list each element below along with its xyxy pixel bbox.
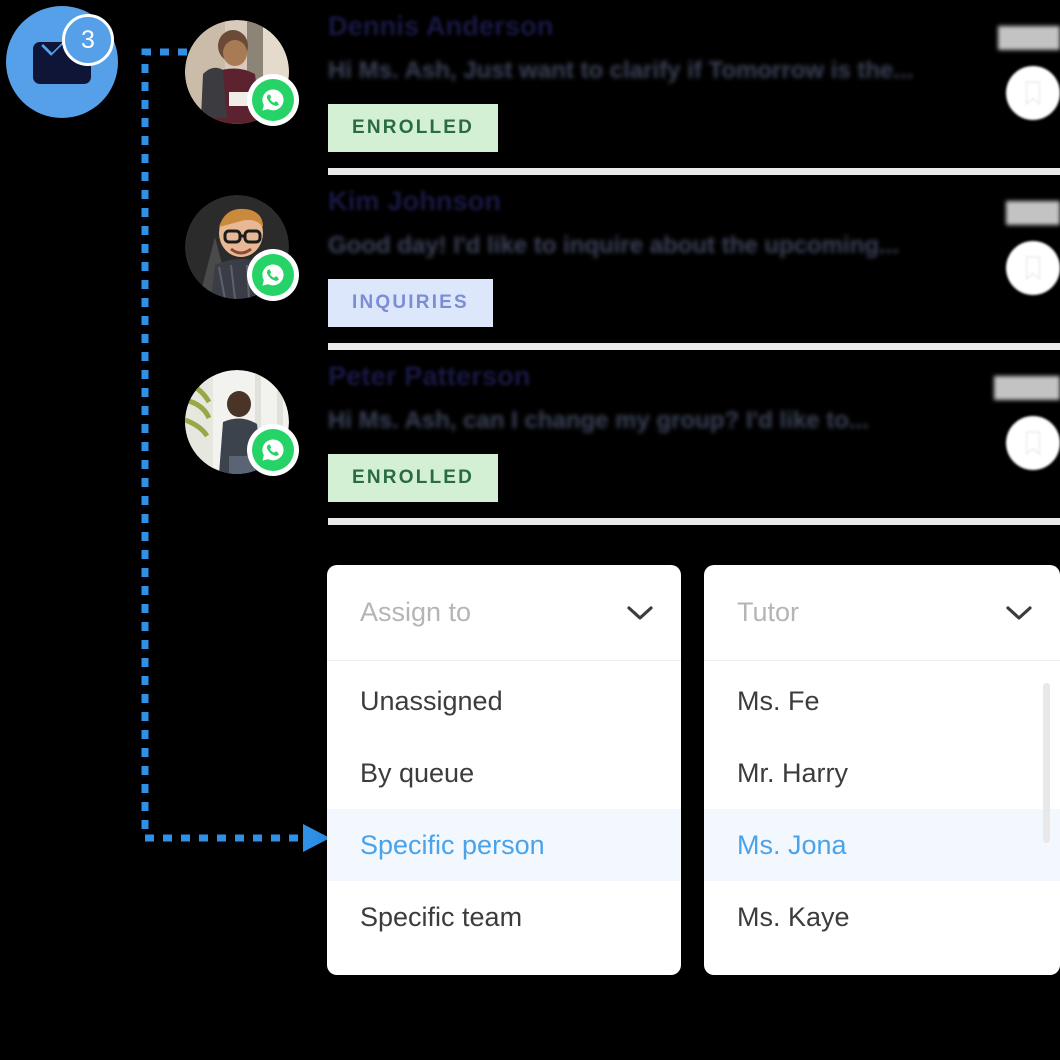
avatar (185, 20, 299, 126)
tutor-list-scrollbar[interactable] (1043, 683, 1050, 843)
message-preview: Good day! I'd like to inquire about the … (328, 232, 900, 259)
assign-option-by-queue[interactable]: By queue (327, 737, 681, 809)
timestamp (998, 26, 1060, 50)
bookmark-icon[interactable] (1006, 416, 1060, 470)
chevron-down-icon (1006, 605, 1032, 620)
tutor-placeholder: Tutor (737, 597, 800, 627)
assign-to-placeholder: Assign to (360, 597, 472, 627)
assign-option-specific-person[interactable]: Specific person (327, 809, 681, 881)
avatar (185, 370, 299, 476)
unread-count-badge: 3 (62, 14, 114, 66)
bookmark-icon[interactable] (1006, 241, 1060, 295)
assign-option-unassigned[interactable]: Unassigned (327, 665, 681, 737)
screenshot-canvas: 3 Dennis Anderson Hi Ms. Ash, Just want … (0, 0, 1060, 1060)
message-row[interactable]: Peter Patterson Hi Ms. Ash, can I change… (185, 358, 1060, 533)
tutor-dropdown[interactable]: Tutor Ms. Fe Mr. Harry Ms. Jona Ms. Kaye (704, 565, 1060, 975)
timestamp (1006, 201, 1060, 225)
assign-option-specific-team[interactable]: Specific team (327, 881, 681, 953)
timestamp (994, 376, 1060, 400)
assign-to-dropdown[interactable]: Assign to Unassigned By queue Specific p… (327, 565, 681, 975)
message-preview: Hi Ms. Ash, Just want to clarify if Tomo… (328, 57, 914, 84)
assign-to-trigger[interactable]: Assign to (327, 565, 681, 661)
contact-name: Dennis Anderson (328, 11, 554, 41)
status-badge: ENROLLED (328, 104, 499, 152)
tutor-option-ms-fe[interactable]: Ms. Fe (704, 665, 1060, 737)
row-divider (328, 343, 1060, 350)
message-row[interactable]: Dennis Anderson Hi Ms. Ash, Just want to… (185, 8, 1060, 183)
message-body: Kim Johnson Good day! I'd like to inquir… (328, 183, 1060, 327)
tutor-option-ms-jona[interactable]: Ms. Jona (704, 809, 1060, 881)
message-body: Peter Patterson Hi Ms. Ash, can I change… (328, 358, 1060, 502)
row-divider (328, 518, 1060, 525)
tutor-options: Ms. Fe Mr. Harry Ms. Jona Ms. Kaye (704, 661, 1060, 953)
chevron-down-icon (627, 605, 653, 620)
whatsapp-icon (247, 74, 299, 126)
row-divider (328, 168, 1060, 175)
message-body: Dennis Anderson Hi Ms. Ash, Just want to… (328, 8, 1060, 152)
tutor-option-ms-kaye[interactable]: Ms. Kaye (704, 881, 1060, 953)
contact-name: Peter Patterson (328, 361, 531, 391)
status-badge: INQUIRIES (328, 279, 493, 327)
message-preview: Hi Ms. Ash, can I change my group? I'd l… (328, 407, 869, 434)
tutor-trigger[interactable]: Tutor (704, 565, 1060, 661)
avatar (185, 195, 299, 301)
whatsapp-icon (247, 249, 299, 301)
tutor-option-mr-harry[interactable]: Mr. Harry (704, 737, 1060, 809)
contact-name: Kim Johnson (328, 186, 502, 216)
assign-to-options: Unassigned By queue Specific person Spec… (327, 661, 681, 953)
message-row[interactable]: Kim Johnson Good day! I'd like to inquir… (185, 183, 1060, 358)
whatsapp-icon (247, 424, 299, 476)
bookmark-icon[interactable] (1006, 66, 1060, 120)
status-badge: ENROLLED (328, 454, 499, 502)
mail-notification-badge[interactable]: 3 (6, 6, 118, 118)
